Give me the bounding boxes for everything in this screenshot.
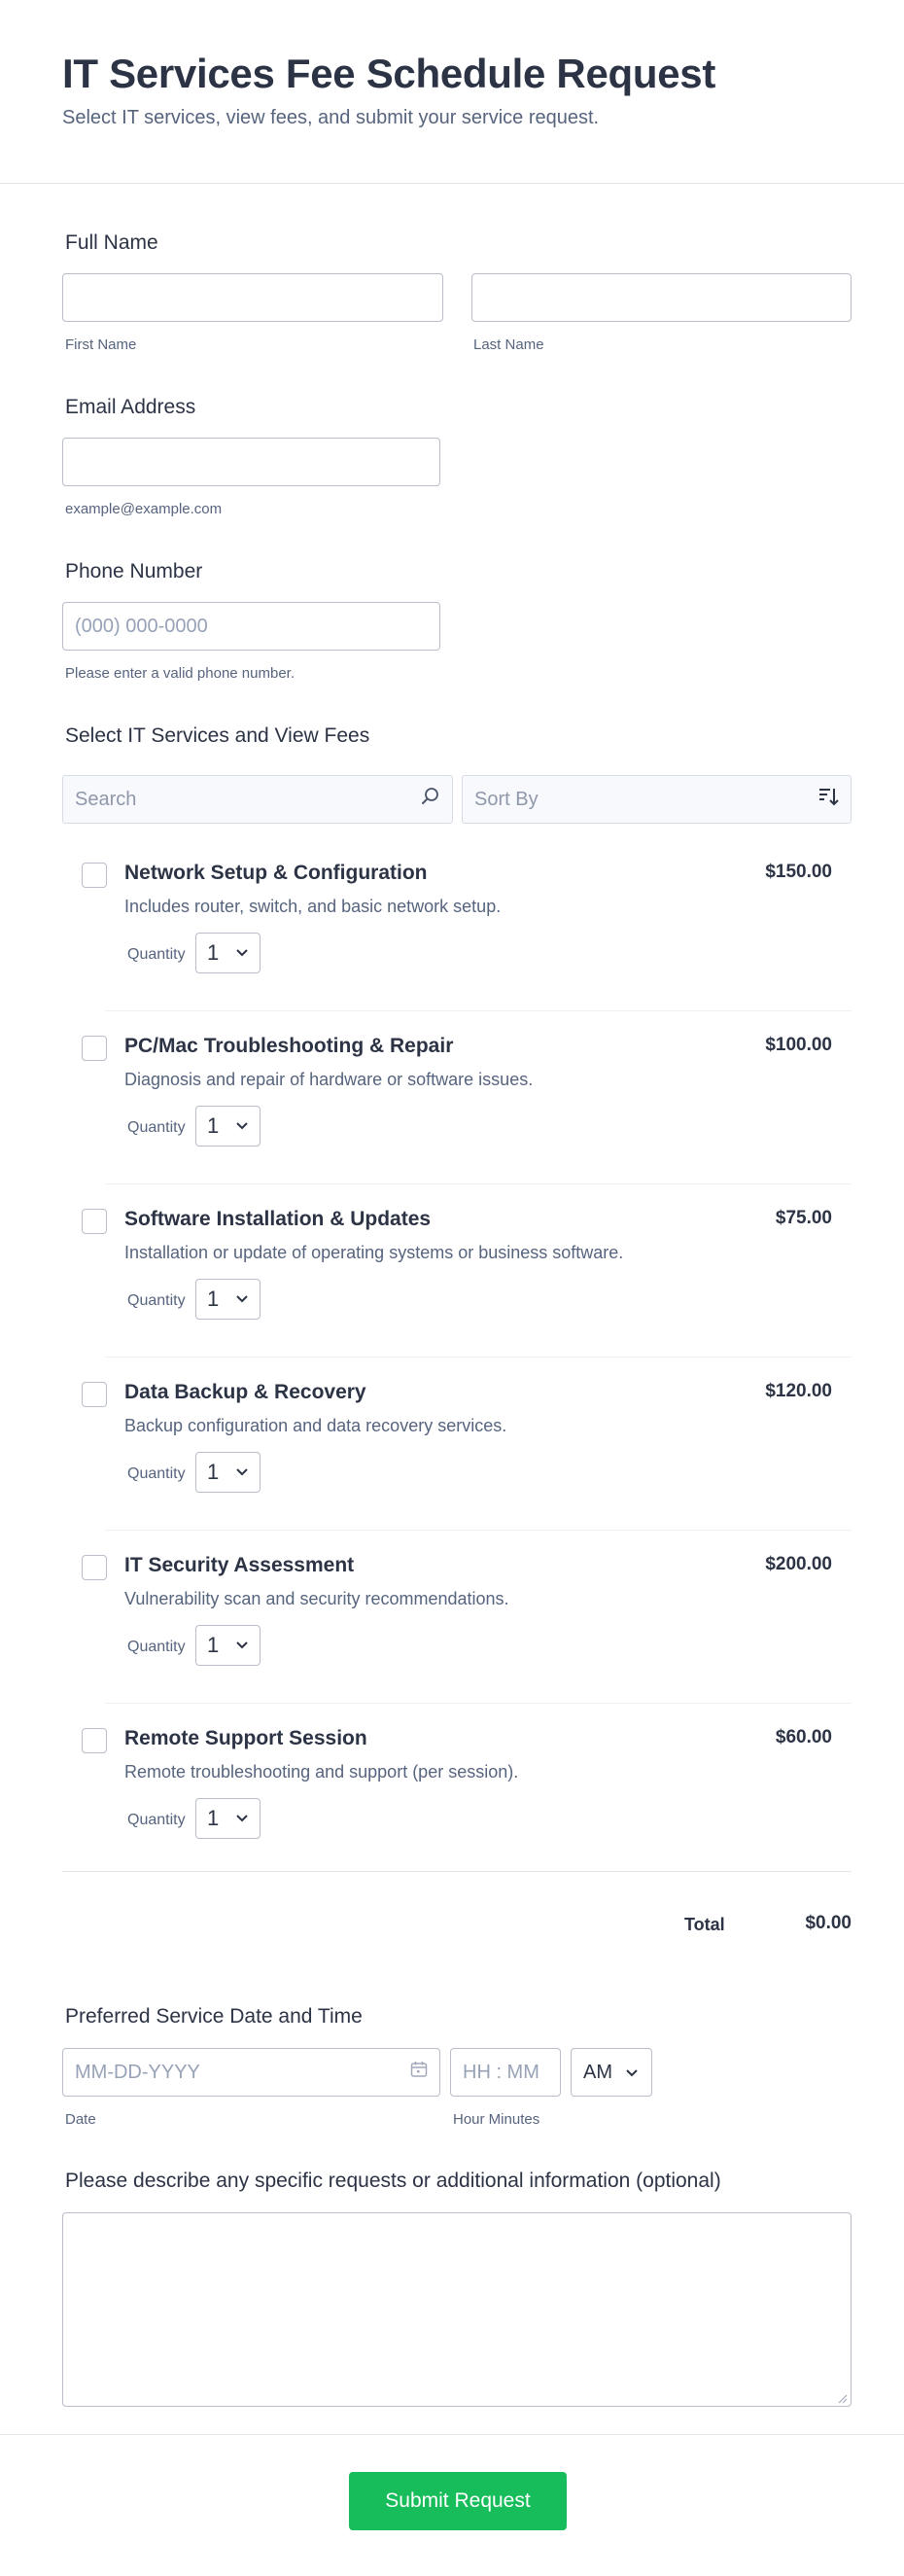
chevron-down-icon	[236, 1122, 248, 1130]
phone-sublabel: Please enter a valid phone number.	[65, 665, 295, 682]
service-price: $75.00	[775, 1208, 832, 1228]
sort-label: Sort By	[474, 788, 539, 810]
last-name-input[interactable]	[471, 273, 852, 322]
quantity-select[interactable]: 1	[195, 1452, 261, 1493]
service-checkbox[interactable]	[82, 1036, 107, 1061]
resize-handle-icon[interactable]	[836, 2392, 848, 2404]
quantity-value: 1	[207, 1633, 220, 1657]
service-checkbox[interactable]	[82, 1728, 107, 1753]
service-item: Network Setup & Configuration $150.00 In…	[62, 838, 852, 1011]
service-name: Network Setup & Configuration	[124, 862, 428, 884]
quantity-select[interactable]: 1	[195, 1798, 261, 1839]
details-label: Please describe any specific requests or…	[65, 2170, 721, 2192]
email-label: Email Address	[65, 396, 196, 418]
quantity-value: 1	[207, 1113, 220, 1138]
chevron-down-icon	[236, 1641, 248, 1649]
date-input[interactable]: MM-DD-YYYY	[75, 2062, 200, 2084]
chevron-down-icon	[236, 1815, 248, 1822]
first-name-sublabel: First Name	[65, 336, 137, 353]
chevron-down-icon	[626, 2069, 638, 2077]
form-header: IT Services Fee Schedule Request Select …	[0, 0, 904, 184]
service-price: $200.00	[765, 1554, 832, 1574]
service-description: Backup configuration and data recovery s…	[124, 1416, 507, 1435]
quantity-label: Quantity	[127, 1119, 186, 1136]
service-item: Remote Support Session $60.00 Remote tro…	[62, 1704, 852, 1877]
phone-input[interactable]: (000) 000-0000	[62, 602, 440, 651]
quantity-select[interactable]: 1	[195, 1625, 261, 1666]
email-input[interactable]	[62, 438, 440, 486]
page-title: IT Services Fee Schedule Request	[62, 51, 716, 96]
quantity-value: 1	[207, 1460, 220, 1484]
search-icon[interactable]	[421, 787, 440, 812]
chevron-down-icon	[236, 1295, 248, 1303]
service-price: $150.00	[765, 862, 832, 882]
quantity-label: Quantity	[127, 1812, 186, 1828]
chevron-down-icon	[236, 949, 248, 957]
service-description: Vulnerability scan and security recommen…	[124, 1589, 509, 1608]
service-item: PC/Mac Troubleshooting & Repair $100.00 …	[62, 1011, 852, 1184]
details-textarea[interactable]	[62, 2212, 852, 2407]
total-divider	[62, 1871, 852, 1872]
ampm-value: AM	[583, 2061, 612, 2083]
service-checkbox[interactable]	[82, 1555, 107, 1580]
date-field[interactable]: MM-DD-YYYY	[62, 2048, 440, 2097]
service-description: Remote troubleshooting and support (per …	[124, 1762, 519, 1782]
service-name: IT Security Assessment	[124, 1554, 355, 1576]
time-input[interactable]: HH : MM	[450, 2048, 561, 2097]
services-label: Select IT Services and View Fees	[65, 724, 370, 747]
service-description: Installation or update of operating syst…	[124, 1243, 624, 1262]
search-field[interactable]: Search	[62, 775, 453, 824]
phone-label: Phone Number	[65, 560, 203, 582]
ampm-select[interactable]: AM	[571, 2048, 652, 2097]
page-subtitle: Select IT services, view fees, and submi…	[62, 107, 600, 128]
quantity-select[interactable]: 1	[195, 1279, 261, 1320]
chevron-down-icon	[236, 1468, 248, 1476]
service-description: Includes router, switch, and basic netwo…	[124, 897, 502, 916]
service-checkbox[interactable]	[82, 863, 107, 888]
quantity-select[interactable]: 1	[195, 1106, 261, 1147]
quantity-label: Quantity	[127, 1465, 186, 1482]
quantity-select[interactable]: 1	[195, 933, 261, 973]
full-name-label: Full Name	[65, 231, 158, 254]
quantity-value: 1	[207, 940, 220, 965]
search-input[interactable]: Search	[75, 789, 136, 811]
submit-button[interactable]: Submit Request	[349, 2472, 567, 2530]
service-name: Software Installation & Updates	[124, 1208, 432, 1230]
calendar-icon[interactable]	[410, 2061, 428, 2084]
service-item: IT Security Assessment $200.00 Vulnerabi…	[62, 1531, 852, 1704]
service-checkbox[interactable]	[82, 1382, 107, 1407]
quantity-label: Quantity	[127, 1639, 186, 1655]
footer-divider	[0, 2434, 904, 2435]
sort-descending-icon[interactable]	[817, 786, 839, 813]
service-item: Data Backup & Recovery $120.00 Backup co…	[62, 1358, 852, 1531]
email-sublabel: example@example.com	[65, 501, 223, 517]
first-name-input[interactable]	[62, 273, 443, 322]
sort-dropdown[interactable]: Sort By	[462, 775, 852, 824]
total-value: $0.00	[805, 1913, 852, 1933]
service-name: Remote Support Session	[124, 1727, 367, 1749]
service-price: $120.00	[765, 1381, 832, 1401]
date-sublabel: Date	[65, 2111, 96, 2128]
schedule-label: Preferred Service Date and Time	[65, 2005, 363, 2028]
service-name: Data Backup & Recovery	[124, 1381, 366, 1403]
total-label: Total	[684, 1915, 725, 1934]
service-item: Software Installation & Updates $75.00 I…	[62, 1184, 852, 1358]
service-name: PC/Mac Troubleshooting & Repair	[124, 1035, 454, 1057]
service-checkbox[interactable]	[82, 1209, 107, 1234]
quantity-label: Quantity	[127, 946, 186, 963]
quantity-value: 1	[207, 1806, 220, 1830]
service-description: Diagnosis and repair of hardware or soft…	[124, 1070, 534, 1089]
quantity-value: 1	[207, 1287, 220, 1311]
quantity-label: Quantity	[127, 1292, 186, 1309]
service-price: $60.00	[775, 1727, 832, 1747]
last-name-sublabel: Last Name	[473, 336, 544, 353]
service-price: $100.00	[765, 1035, 832, 1055]
time-sublabel: Hour Minutes	[453, 2111, 540, 2128]
